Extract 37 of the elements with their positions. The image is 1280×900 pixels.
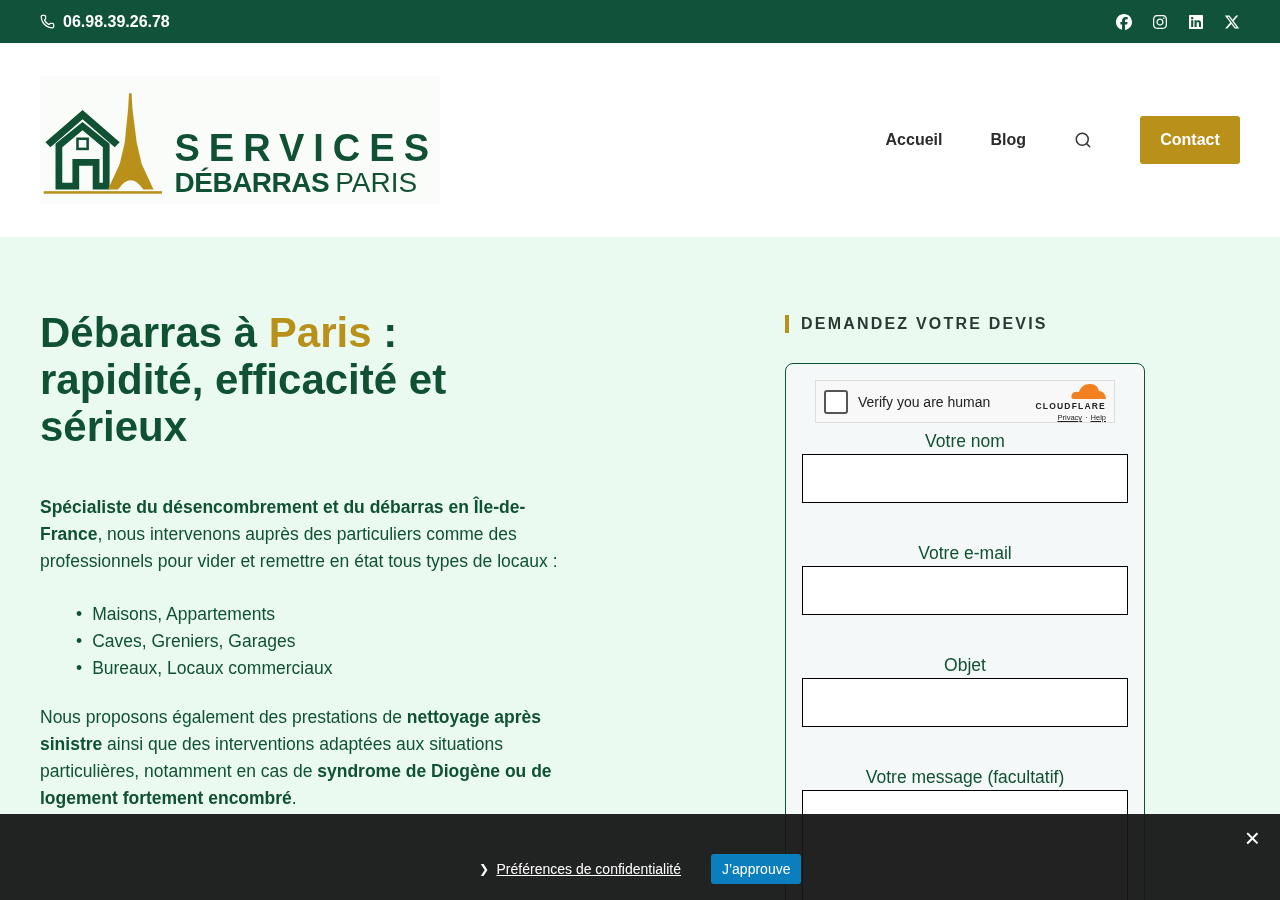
field-label: Objet [944, 655, 986, 676]
search-icon[interactable] [1074, 131, 1092, 149]
paragraph: Nous proposons également des prestations de nettoyage après sinistre ainsi que des interventions adaptées aux situations particulières, notamment en cas de syndrome de Diogène ou de logement fortement encombré. [40, 706, 553, 810]
input-field[interactable] [802, 566, 1128, 615]
intro-paragraph: Spécialiste du désencombrement et du débarras en Île-de-France, nous intervenons auprès des particuliers comme des professionnels pour vider et remettre en état tous types de locaux : [40, 495, 559, 573]
input-field[interactable] [802, 454, 1128, 503]
nav-link[interactable]: Accueil [885, 131, 943, 149]
captcha-brand: CLOUDFLARE [1035, 401, 1106, 411]
field-label: Votre e-mail [918, 543, 1012, 564]
privacy-preferences-link[interactable]: ❯ Préférences de confidentialité [478, 861, 681, 877]
captcha-label: Verify you are human [858, 393, 992, 410]
nav-link[interactable]: Blog [990, 131, 1026, 149]
page-heading: Débarras à Paris : rapidité, efficacité et sérieux [40, 309, 448, 450]
cloud-icon [1070, 381, 1106, 399]
phone-number[interactable]: 06.98.39.26.78 [63, 12, 170, 31]
bullet: • [76, 603, 83, 626]
logo-text: PARIS [335, 168, 418, 198]
list-item: Bureaux, Locaux commerciaux [92, 657, 333, 680]
x-icon[interactable] [1224, 13, 1240, 30]
list-item: Caves, Greniers, Garages [92, 630, 296, 653]
instagram-icon[interactable] [1152, 13, 1168, 30]
phone-icon [40, 14, 55, 29]
field-label: Votre message (facultatif) [865, 767, 1065, 788]
logo-text: SERVICES [174, 128, 438, 168]
linkedin-icon[interactable] [1188, 13, 1204, 30]
captcha-checkbox[interactable] [824, 389, 848, 414]
facebook-icon[interactable] [1116, 13, 1132, 30]
bullet: • [76, 657, 83, 680]
input-field[interactable] [802, 678, 1128, 727]
list-item: Maisons, Appartements [92, 603, 275, 626]
form-title: DEMANDEZ VOTRE DEVIS [785, 315, 1145, 333]
logo[interactable]: SERVICES DÉBARRAS PARIS [40, 76, 440, 204]
bullet: • [76, 630, 83, 653]
close-button[interactable]: × [1238, 824, 1266, 852]
logo-text: DÉBARRAS [174, 168, 330, 198]
field-label: Votre nom [925, 431, 1005, 452]
accept-button[interactable]: J’approuve [710, 854, 802, 884]
